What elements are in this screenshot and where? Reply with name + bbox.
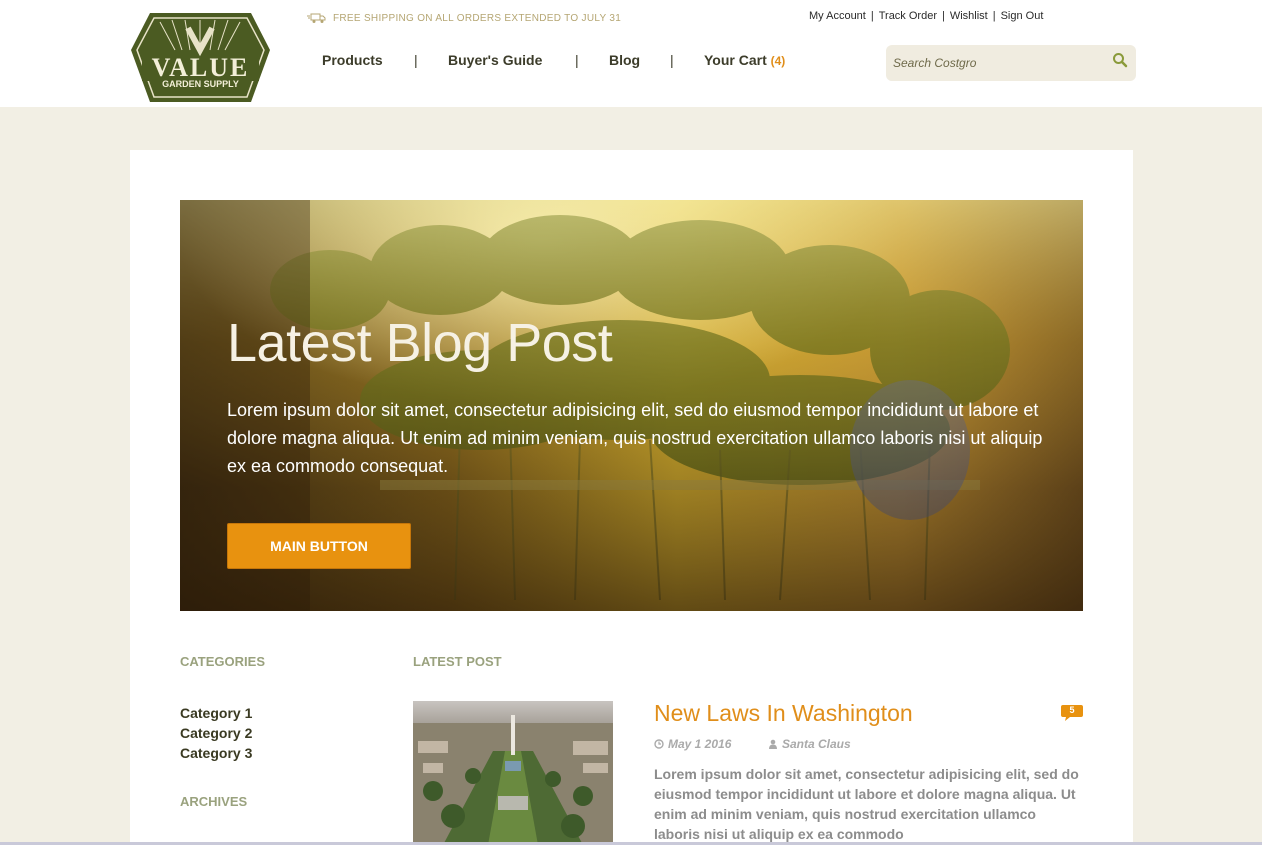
account-separator: | [870,10,874,22]
category-item[interactable]: Category 3 [180,743,252,763]
post-date-text: May 1 2016 [668,737,732,751]
hero-title: Latest Blog Post [227,313,613,373]
sign-out-link[interactable]: Sign Out [1001,10,1044,22]
post-author: Santa Claus [768,737,851,751]
post-excerpt: Lorem ipsum dolor sit amet, consectetur … [654,766,1079,842]
site-header: VALUE GARDEN SUPPLY FREE SHIPPING ON ALL… [0,0,1262,107]
categories-heading: CATEGORIES [180,654,265,669]
my-account-link[interactable]: My Account [809,10,866,22]
account-separator: | [992,10,996,22]
category-item[interactable]: Category 2 [180,723,252,743]
track-order-link[interactable]: Track Order [879,10,937,22]
search-input[interactable] [886,45,1106,81]
archives-heading: ARCHIVES [180,794,248,809]
nav-cart[interactable]: Your Cart (4) [704,52,785,68]
latest-post-heading: LATEST POST [413,654,502,669]
logo-tagline: GARDEN SUPPLY [162,79,239,89]
nav-separator: | [670,52,674,68]
nav-cart-label: Your Cart [704,52,767,68]
nav-products[interactable]: Products [322,52,383,68]
shipping-banner: FREE SHIPPING ON ALL ORDERS EXTENDED TO … [307,11,621,25]
account-links: My Account | Track Order | Wishlist | Si… [809,10,1043,22]
nav-separator: | [414,52,418,68]
post-date: May 1 2016 [654,737,731,751]
post-author-text[interactable]: Santa Claus [782,737,851,751]
account-separator: | [941,10,945,22]
nav-blog[interactable]: Blog [609,52,640,68]
post-thumbnail[interactable] [413,701,613,845]
cart-count-badge: (4) [770,54,786,68]
hero-text: Lorem ipsum dolor sit amet, consectetur … [227,400,1043,476]
search-box [886,45,1136,81]
main-button[interactable]: MAIN BUTTON [227,523,411,569]
comment-count: 5 [1069,705,1075,715]
user-icon [769,739,777,749]
hero-banner: Latest Blog Post Lorem ipsum dolor sit a… [180,200,1083,611]
nav-separator: | [575,52,579,68]
shipping-text: FREE SHIPPING ON ALL ORDERS EXTENDED TO … [333,12,622,24]
clock-icon [654,739,664,749]
search-icon[interactable] [1112,52,1128,68]
categories-list: Category 1 Category 2 Category 3 [180,703,252,763]
post-title-link[interactable]: New Laws In Washington [654,700,913,727]
nav-buyers-guide[interactable]: Buyer's Guide [448,52,542,68]
truck-icon [307,13,326,23]
category-item[interactable]: Category 1 [180,703,252,723]
wishlist-link[interactable]: Wishlist [950,10,988,22]
